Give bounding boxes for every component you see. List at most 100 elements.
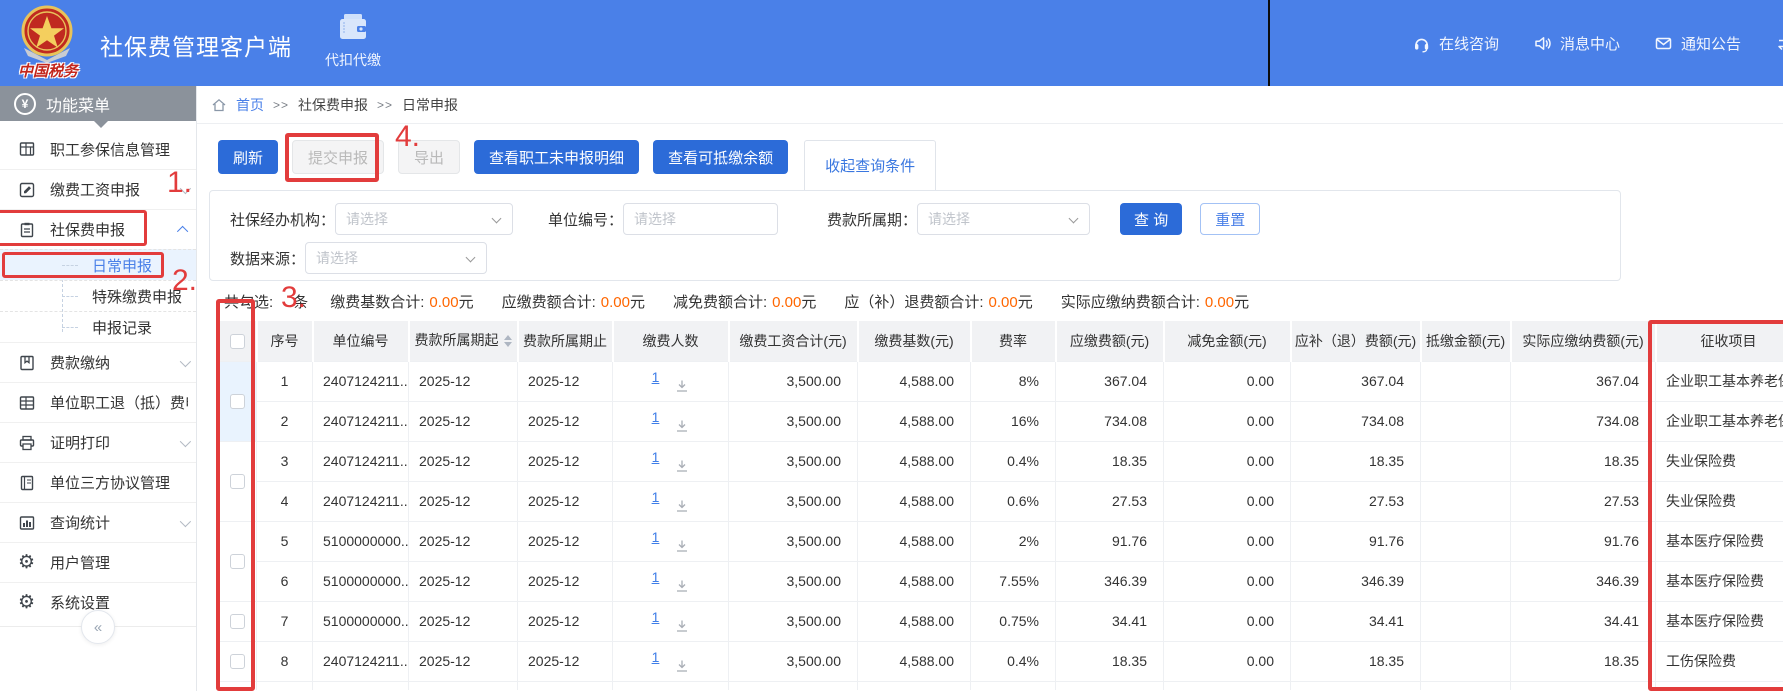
main-content: 首页 >> 社保费申报 >> 日常申报 刷新 提交申报 导出 查看职工未申报明细… — [197, 86, 1783, 691]
people-count-link[interactable]: 1 — [652, 409, 660, 425]
search-button[interactable]: 查 询 — [1120, 203, 1182, 235]
column-header[interactable]: 费款所属期起 — [409, 321, 518, 361]
sidebar-item-refund-apply-mgmt[interactable]: 单位职工退（抵）费申请管理 — [0, 382, 196, 422]
submenu-item-label: 申报记录 — [92, 317, 152, 338]
cell-payable: 91.76 — [1056, 521, 1164, 561]
download-icon[interactable] — [675, 499, 689, 513]
row-checkbox[interactable] — [219, 641, 257, 681]
row-checkbox[interactable] — [219, 601, 257, 641]
sidebar-item-social-insurance-declare[interactable]: 社保费申报 — [0, 209, 196, 249]
sidebar-item-query-statistics[interactable]: 查询统计 — [0, 502, 196, 542]
fee-period-select[interactable]: 请选择 — [917, 203, 1090, 235]
notice-button[interactable]: 通知公告 — [1654, 33, 1741, 54]
cell-base: 4,588.00 — [858, 401, 971, 441]
cell-reduction: 0.00 — [1164, 401, 1291, 441]
download-icon[interactable] — [675, 379, 689, 393]
unit-no-input[interactable] — [623, 203, 778, 235]
cell-unit_no: 5100000000... — [313, 601, 409, 641]
submenu-item-label: 特殊缴费申报 — [92, 286, 182, 307]
message-center-label: 消息中心 — [1560, 33, 1620, 54]
people-count-link[interactable]: 1 — [652, 449, 660, 465]
cell-period_end: 2025-12 — [518, 441, 613, 481]
row-checkbox[interactable] — [219, 441, 257, 521]
sort-icon[interactable] — [504, 331, 512, 351]
people-count-link[interactable]: 1 — [652, 649, 660, 665]
cell-unit_no: 2407124211... — [313, 441, 409, 481]
people-count-link[interactable]: 1 — [652, 569, 660, 585]
sidebar-item-tripartite-agreement[interactable]: 单位三方协议管理 — [0, 462, 196, 502]
view-offset-balance-button[interactable]: 查看可抵缴余额 — [653, 140, 788, 174]
download-icon[interactable] — [675, 539, 689, 553]
summary-total: 应缴费额合计:0.00元 — [502, 294, 645, 311]
sidebar-menu-title: 功能菜单 — [46, 92, 110, 116]
cell-base: 4,588.00 — [858, 441, 971, 481]
top-right-menu: 在线咨询 消息中心 通知公告 — [1412, 0, 1783, 86]
clipboard-icon — [18, 221, 38, 239]
agency-select[interactable]: 请选择 — [335, 203, 513, 235]
download-icon[interactable] — [675, 619, 689, 633]
sidebar-item-label: 用户管理 — [50, 552, 110, 573]
people-cell: 1 — [613, 521, 729, 561]
cell-rate: 8% — [971, 361, 1056, 401]
sidebar-item-declare-records[interactable]: 申报记录 — [0, 311, 196, 342]
cell-rate: 0.4% — [971, 441, 1056, 481]
online-consult-button[interactable]: 在线咨询 — [1412, 33, 1499, 54]
cell-rate: 0.75% — [971, 601, 1056, 641]
gear-icon: ⚙ — [18, 553, 38, 572]
sidebar-collapse-button[interactable]: « — [81, 610, 115, 644]
checked-count-unit: 条 — [293, 291, 308, 312]
row-checkbox[interactable] — [219, 521, 257, 601]
sidebar-item-certificate-print[interactable]: 证明打印 — [0, 422, 196, 462]
download-icon[interactable] — [675, 459, 689, 473]
message-center-button[interactable]: 消息中心 — [1533, 33, 1620, 54]
download-icon[interactable] — [675, 419, 689, 433]
switch-icon — [1775, 34, 1783, 53]
sidebar-item-label: 查询统计 — [50, 512, 110, 533]
nav-item-withholding[interactable]: 代扣代缴 — [318, 12, 388, 70]
select-all-checkbox[interactable] — [219, 321, 257, 361]
nav-item-label: 代扣代缴 — [318, 50, 388, 70]
cell-offset — [1421, 401, 1511, 441]
sidebar-item-daily-declare[interactable]: 日常申报 — [0, 249, 196, 280]
cell-item: 工伤保险费 — [1656, 641, 1783, 681]
collapse-query-tab[interactable]: 收起查询条件 — [804, 140, 936, 190]
breadcrumb-item: 日常申报 — [402, 95, 458, 115]
cell-payable: 367.04 — [1056, 361, 1164, 401]
people-cell: 1 — [613, 441, 729, 481]
people-count-link[interactable]: 1 — [652, 609, 660, 625]
view-undeclared-detail-button[interactable]: 查看职工未申报明细 — [474, 140, 639, 174]
cell-item: 企业职工基本养老保险费 — [1656, 401, 1783, 441]
column-header: 缴费基数(元) — [858, 321, 971, 361]
people-cell: 1 — [613, 401, 729, 441]
refresh-button[interactable]: 刷新 — [218, 140, 278, 174]
sidebar-item-label: 费款缴纳 — [50, 352, 110, 373]
download-icon[interactable] — [675, 579, 689, 593]
row-checkbox[interactable] — [219, 361, 257, 441]
reset-button[interactable]: 重置 — [1200, 203, 1260, 235]
sidebar-item-fee-payment[interactable]: 费款缴纳 — [0, 342, 196, 382]
switch-unit-button[interactable]: 切换单 — [1775, 33, 1783, 54]
cell-item: 基本医疗保险费 — [1656, 561, 1783, 601]
table-row: 42407124211...2025-122025-1213,500.004,5… — [219, 481, 1783, 521]
cell-period_start: 2025-12 — [409, 641, 518, 681]
sidebar-item-special-payment-declare[interactable]: 特殊缴费申报 — [0, 280, 196, 311]
export-button[interactable]: 导出 — [398, 140, 460, 174]
cell-supp_refund: 346.39 — [1291, 561, 1421, 601]
breadcrumb-home[interactable]: 首页 — [236, 95, 264, 115]
people-count-link[interactable]: 1 — [652, 369, 660, 385]
download-icon[interactable] — [675, 659, 689, 673]
sidebar-item-user-management[interactable]: ⚙ 用户管理 — [0, 542, 196, 582]
sidebar-item-employee-insurance-info[interactable]: 职工参保信息管理 — [0, 129, 196, 169]
column-header: 实际应缴纳费额(元) — [1511, 321, 1656, 361]
cell-reduction: 0.00 — [1164, 601, 1291, 641]
submit-declare-button[interactable]: 提交申报 — [292, 140, 384, 174]
sidebar-item-salary-declare[interactable]: 缴费工资申报 — [0, 169, 196, 209]
data-source-select[interactable]: 请选择 — [305, 242, 487, 274]
cell-base: 4,588.00 — [858, 601, 971, 641]
cell-offset — [1421, 601, 1511, 641]
submenu-item-label: 日常申报 — [92, 255, 152, 276]
people-count-link[interactable]: 1 — [652, 489, 660, 505]
people-count-link[interactable]: 1 — [652, 529, 660, 545]
tax-emblem-logo: 中国税务 — [16, 4, 94, 84]
column-header: 应补（退）费额(元) — [1291, 321, 1421, 361]
